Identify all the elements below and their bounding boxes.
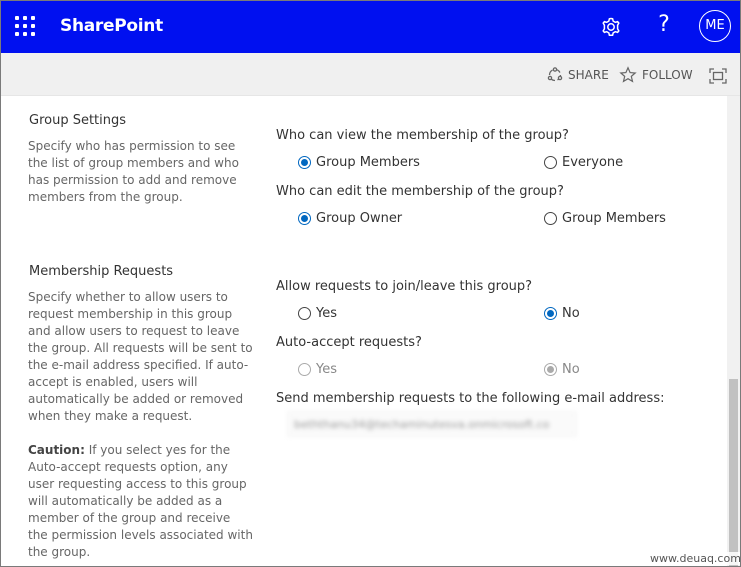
app-brand[interactable]: SharePoint [60,16,163,36]
star-icon [619,66,637,83]
share-button[interactable]: SHARE [547,65,609,85]
command-bar: SHARE FOLLOW [1,53,740,96]
sharepoint-window: SharePoint ? ME SHARE FOLLOW Group Setti… [0,0,741,567]
email-address-question: Send membership requests to the followin… [276,391,665,406]
caution-label: Caution: [28,443,85,457]
radio-unchecked-icon[interactable] [544,156,557,169]
email-address-input[interactable] [287,411,577,437]
user-avatar[interactable]: ME [699,10,731,42]
vertical-scrollbar[interactable] [727,96,740,566]
follow-label: FOLLOW [642,68,693,82]
view-option-everyone[interactable]: Everyone [544,155,623,170]
settings-gear-icon[interactable] [598,14,624,40]
edit-option-group-members[interactable]: Group Members [544,211,666,226]
option-label: Yes [316,306,337,321]
option-label: Group Owner [316,211,403,226]
radio-checked-icon[interactable] [298,212,311,225]
option-label: Group Members [562,211,666,226]
help-icon[interactable]: ? [653,12,675,40]
group-settings-title: Group Settings [29,113,127,128]
radio-disabled-checked-icon [544,363,557,376]
group-settings-description: Specify who has permission to see the li… [28,139,239,204]
radio-checked-icon[interactable] [298,156,311,169]
allow-requests-question: Allow requests to join/leave this group? [276,279,533,294]
option-label: No [562,306,580,321]
membership-requests-description: Specify whether to allow users to reques… [28,290,253,423]
follow-button[interactable]: FOLLOW [619,65,693,85]
membership-requests-title: Membership Requests [29,264,174,279]
allow-option-no[interactable]: No [544,306,580,321]
app-launcher-icon[interactable] [15,16,35,36]
radio-disabled-icon [298,363,311,376]
radio-checked-icon[interactable] [544,307,557,320]
watermark-text: www.deuaq.com [647,552,740,565]
option-label: Yes [316,362,337,377]
focus-mode-icon[interactable] [709,66,732,86]
view-option-group-members[interactable]: Group Members [298,155,420,170]
auto-accept-option-yes: Yes [298,362,337,377]
suite-bar: SharePoint ? ME [1,1,740,53]
share-label: SHARE [568,68,609,82]
share-icon [547,67,563,82]
option-label: No [562,362,580,377]
radio-unchecked-icon[interactable] [298,307,311,320]
option-label: Everyone [562,155,624,170]
caution-note: Caution: If you select yes for the Auto-… [28,442,253,561]
caution-text: If you select yes for the Auto-accept re… [28,443,253,559]
view-membership-question: Who can view the membership of the group… [276,128,569,143]
scrollbar-thumb[interactable] [729,379,738,566]
allow-option-yes[interactable]: Yes [298,306,337,321]
radio-unchecked-icon[interactable] [544,212,557,225]
option-label: Group Members [316,155,420,170]
auto-accept-option-no: No [544,362,580,377]
auto-accept-question: Auto-accept requests? [276,335,422,350]
edit-option-group-owner[interactable]: Group Owner [298,211,402,226]
edit-membership-question: Who can edit the membership of the group… [276,184,564,199]
settings-content: Group Settings Specify who has permissio… [1,96,727,566]
